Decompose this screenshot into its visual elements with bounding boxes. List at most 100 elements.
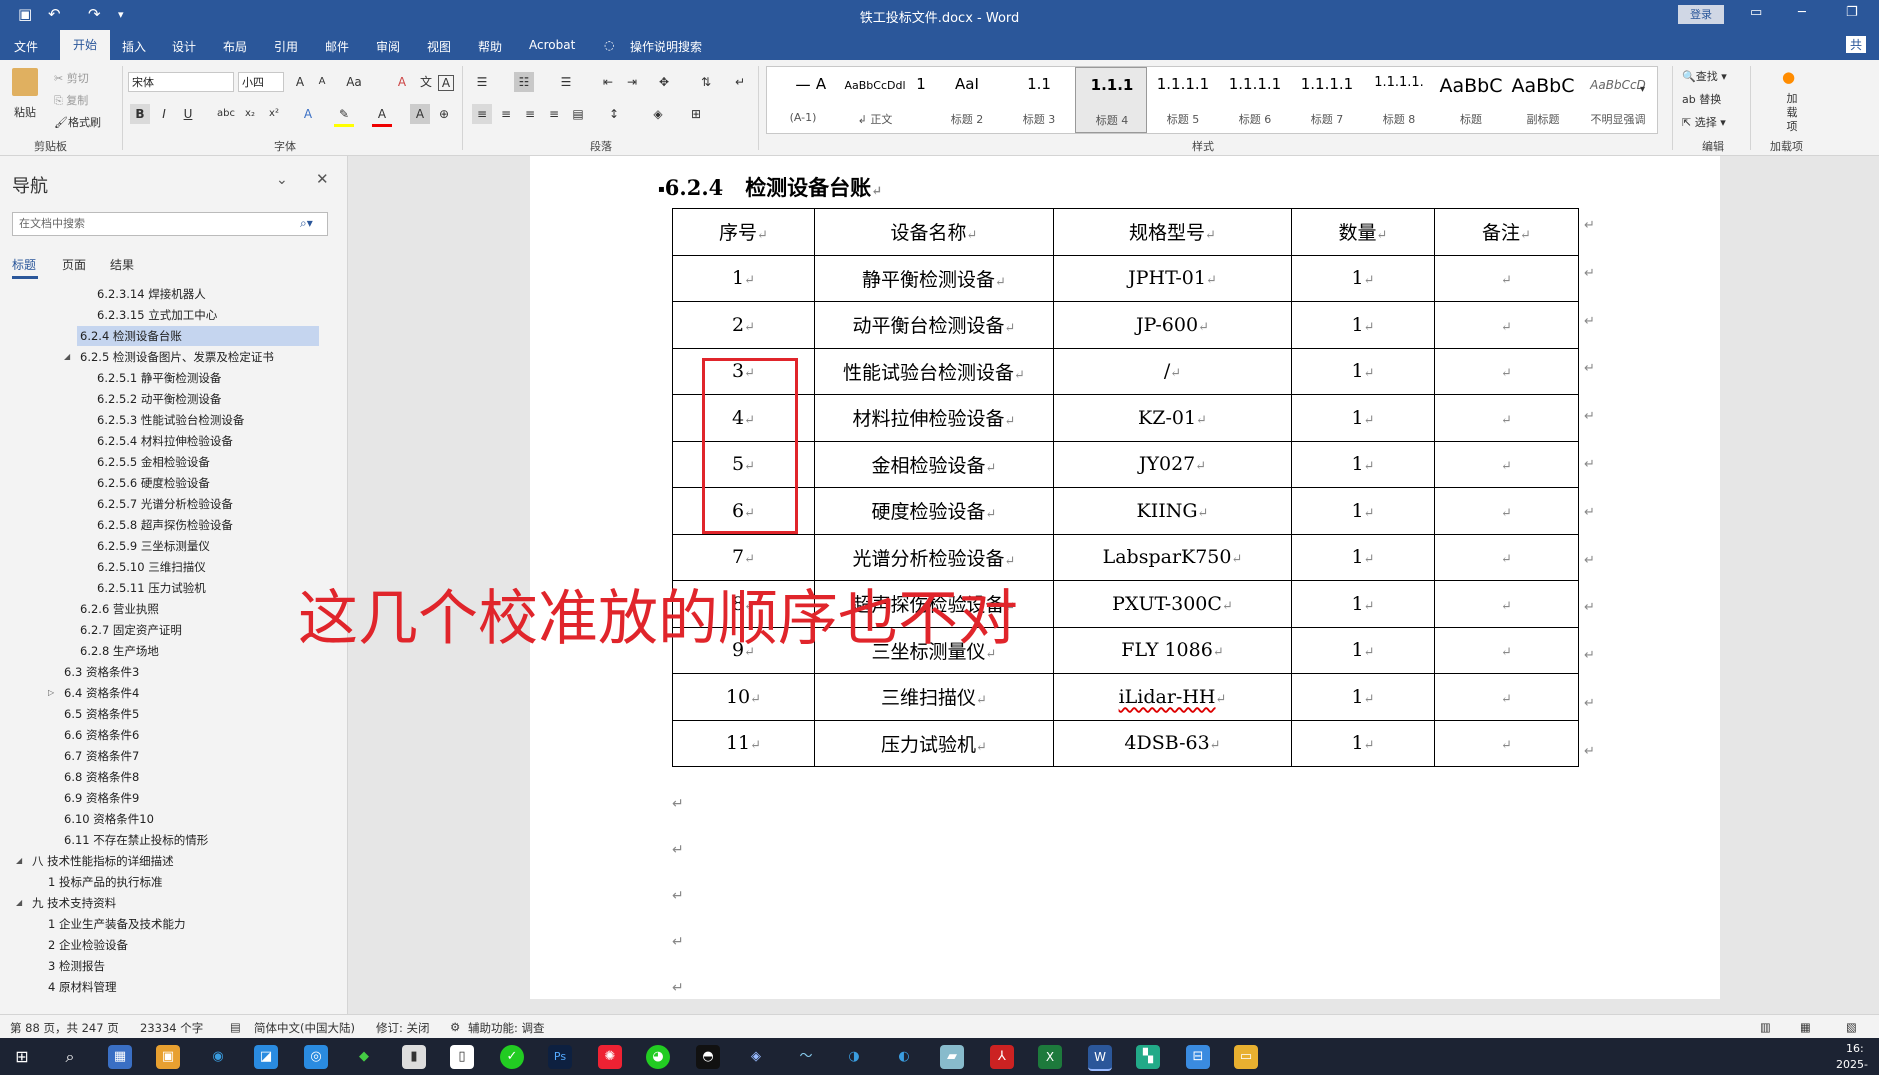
- ribbon-display-icon[interactable]: ▭: [1750, 5, 1762, 20]
- table-cell[interactable]: 三维扫描仪↵: [814, 673, 1054, 721]
- eagle-app-icon[interactable]: ◆: [352, 1045, 376, 1069]
- addins-icon[interactable]: ●: [1782, 68, 1795, 86]
- file-app-icon[interactable]: ▯: [450, 1045, 474, 1069]
- vs-app-icon[interactable]: ◈: [744, 1045, 768, 1069]
- table-header-cell[interactable]: 设备名称↵: [814, 208, 1054, 256]
- acrobat-icon[interactable]: ⅄: [990, 1045, 1014, 1069]
- nav-heading-item[interactable]: 6.2.4 检测设备台账: [77, 326, 319, 346]
- bold-icon[interactable]: B: [130, 104, 150, 124]
- nav-heading-item[interactable]: 6.2.5.8 超声探伤检验设备: [94, 515, 233, 535]
- table-cell[interactable]: 动平衡台检测设备↵: [814, 301, 1054, 349]
- paste-icon[interactable]: [12, 68, 38, 96]
- petro-app-icon[interactable]: ✺: [598, 1045, 622, 1069]
- change-case-icon[interactable]: Aa: [344, 72, 364, 92]
- expand-triangle-icon[interactable]: ▷: [48, 688, 54, 697]
- font-color-icon[interactable]: A: [372, 104, 392, 127]
- notes-app-icon[interactable]: ▰: [940, 1045, 964, 1069]
- grow-font-icon[interactable]: A: [290, 72, 310, 92]
- tab-view[interactable]: 视图: [427, 38, 451, 55]
- web-layout-icon[interactable]: ▧: [1846, 1020, 1857, 1034]
- table-cell[interactable]: ↵: [1434, 254, 1579, 302]
- excel-icon[interactable]: X: [1038, 1045, 1062, 1069]
- table-cell[interactable]: 1↵: [1291, 626, 1435, 674]
- nav-heading-item[interactable]: 6.2.5.5 金相检验设备: [94, 452, 210, 472]
- nav-heading-item[interactable]: 九 技术支持资料: [29, 893, 116, 913]
- chinese-layout-icon[interactable]: ✥: [654, 72, 674, 92]
- table-cell[interactable]: 材料拉伸检验设备↵: [814, 394, 1054, 442]
- nav-heading-item[interactable]: 6.2.5.7 光谱分析检验设备: [94, 494, 233, 514]
- nav-heading-item[interactable]: 1 企业生产装备及技术能力: [45, 914, 185, 934]
- strikethrough-icon[interactable]: abc: [216, 104, 236, 124]
- select-button[interactable]: ⇱ 选择 ▾: [1682, 114, 1726, 130]
- font-name-box[interactable]: 宋体: [128, 72, 234, 92]
- collapse-triangle-icon[interactable]: ◢: [64, 352, 70, 361]
- table-cell[interactable]: 硬度检验设备↵: [814, 487, 1054, 535]
- table-cell[interactable]: 1↵: [1291, 301, 1435, 349]
- nav-heading-item[interactable]: 6.2.3.14 焊接机器人: [94, 284, 206, 304]
- nav-heading-item[interactable]: 八 技术性能指标的详细描述: [29, 851, 174, 871]
- nav-heading-item[interactable]: 6.2.5.4 材料拉伸检验设备: [94, 431, 233, 451]
- table-cell[interactable]: ↵: [1434, 487, 1579, 535]
- table-cell[interactable]: 1↵: [1291, 719, 1435, 767]
- find-button[interactable]: 🔍查找 ▾: [1682, 68, 1727, 84]
- align-right-icon[interactable]: ≡: [520, 104, 540, 124]
- borders-icon[interactable]: ⊞: [686, 104, 706, 124]
- login-button[interactable]: 登录: [1678, 5, 1724, 24]
- tab-review[interactable]: 审阅: [376, 38, 400, 55]
- phonetic-guide-icon[interactable]: 文: [416, 72, 436, 92]
- edge-browser-icon[interactable]: ◐: [892, 1045, 916, 1069]
- table-cell[interactable]: 1↵: [1291, 580, 1435, 628]
- nav-heading-item[interactable]: 6.2.5.2 动平衡检测设备: [94, 389, 221, 409]
- clock-time[interactable]: 16:: [1846, 1042, 1864, 1055]
- style-item[interactable]: AaI 标题 2: [931, 67, 1003, 133]
- styles-more-icon[interactable]: ▾: [1640, 84, 1645, 95]
- table-cell[interactable]: 11↵: [672, 719, 815, 767]
- copy-button[interactable]: ⎘ 复制: [54, 92, 88, 108]
- table-cell[interactable]: ↵: [1434, 673, 1579, 721]
- store-app-icon[interactable]: ◪: [254, 1045, 278, 1069]
- nav-heading-item[interactable]: 6.9 资格条件9: [61, 788, 139, 808]
- decrease-indent-icon[interactable]: ⇤: [598, 72, 618, 92]
- table-header-cell[interactable]: 规格型号↵: [1053, 208, 1292, 256]
- store-icon[interactable]: ⊟: [1186, 1045, 1210, 1069]
- shading-icon[interactable]: ◈: [648, 104, 668, 124]
- page-count[interactable]: 第 88 页，共 247 页: [10, 1020, 119, 1036]
- close-icon[interactable]: ✕: [316, 170, 329, 188]
- green-app-icon[interactable]: ✓: [500, 1045, 524, 1069]
- nav-heading-item[interactable]: 3 检测报告: [45, 956, 105, 976]
- photos-app-icon[interactable]: ▣: [156, 1045, 180, 1069]
- table-cell[interactable]: 1↵: [1291, 394, 1435, 442]
- calculator-icon[interactable]: ▦: [108, 1045, 132, 1069]
- search-icon[interactable]: ⌕▾: [300, 216, 313, 231]
- nav-heading-item[interactable]: 6.2.5.3 性能试验台检测设备: [94, 410, 244, 430]
- style-item[interactable]: 1.1.1.1 标题 7: [1291, 67, 1363, 133]
- bird-app-icon[interactable]: 〜: [794, 1045, 818, 1069]
- table-cell[interactable]: 金相检验设备↵: [814, 440, 1054, 488]
- edge-app-icon[interactable]: ◑: [842, 1045, 866, 1069]
- table-header-cell[interactable]: 数量↵: [1291, 208, 1435, 256]
- network-app-icon[interactable]: ◉: [206, 1045, 230, 1069]
- phone-app-icon[interactable]: ▮: [402, 1045, 426, 1069]
- text-effects-icon[interactable]: A: [298, 104, 318, 124]
- table-cell[interactable]: 1↵: [1291, 347, 1435, 395]
- clear-format-icon[interactable]: A: [392, 72, 412, 92]
- tab-acrobat[interactable]: Acrobat: [529, 38, 575, 52]
- proofing-icon[interactable]: ▤: [230, 1020, 241, 1034]
- table-cell[interactable]: KIING↵: [1053, 487, 1292, 535]
- tab-mailings[interactable]: 邮件: [325, 38, 349, 55]
- italic-icon[interactable]: I: [154, 104, 174, 124]
- nav-heading-item[interactable]: 6.2.3.15 立式加工中心: [94, 305, 217, 325]
- nav-heading-item[interactable]: 6.2.5.11 压力试验机: [94, 578, 206, 598]
- table-cell[interactable]: ↵: [1434, 347, 1579, 395]
- char-shading-icon[interactable]: A: [410, 104, 430, 124]
- format-painter-button[interactable]: 🖌格式刷: [54, 114, 101, 130]
- font-size-box[interactable]: 小四: [238, 72, 284, 92]
- nav-heading-item[interactable]: 2 企业检验设备: [45, 935, 128, 955]
- search-icon[interactable]: ⌕: [58, 1045, 82, 1069]
- table-cell[interactable]: ↵: [1434, 440, 1579, 488]
- language-status[interactable]: 简体中文(中国大陆): [254, 1020, 355, 1036]
- show-marks-icon[interactable]: ↵: [730, 72, 750, 92]
- tab-help[interactable]: 帮助: [478, 38, 502, 55]
- cut-button[interactable]: ✂ 剪切: [54, 70, 89, 86]
- style-item[interactable]: AaBbCcD 不明显强调: [1579, 67, 1657, 133]
